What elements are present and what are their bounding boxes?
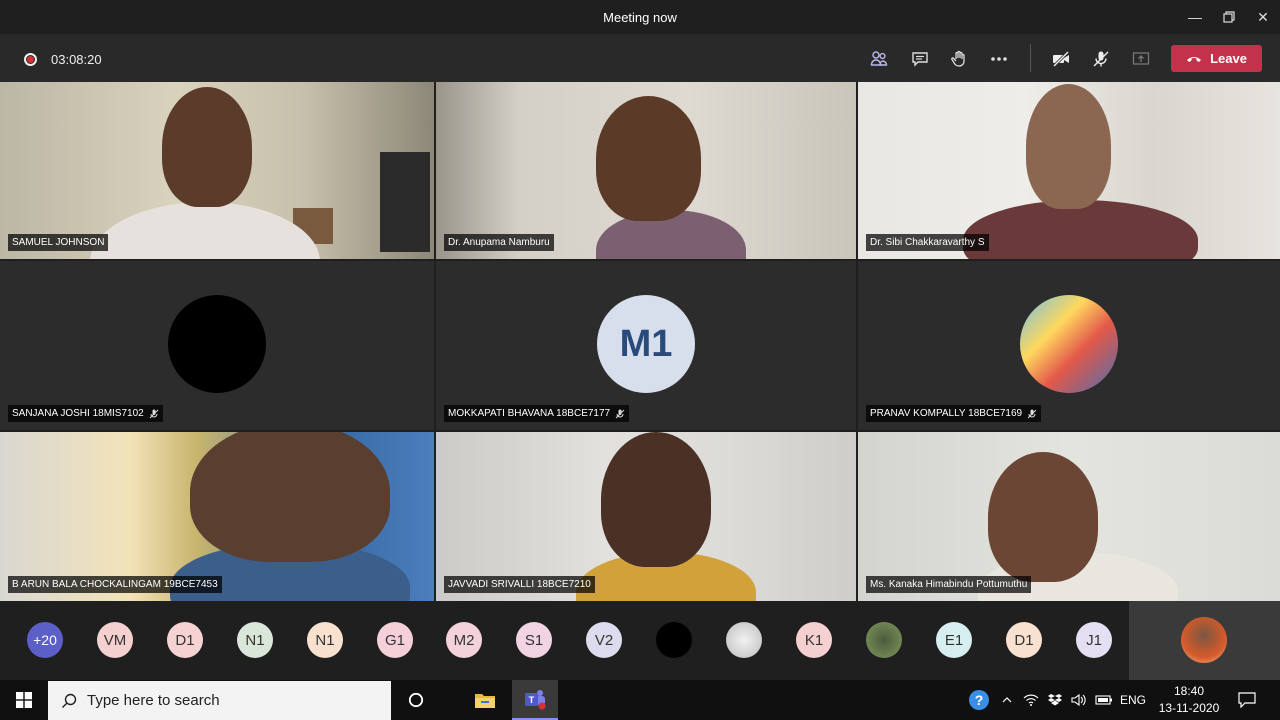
video-tile[interactable]: M1 MOKKAPATI BHAVANA 18BCE7177: [436, 261, 856, 430]
participant-chip[interactable]: [866, 622, 902, 658]
participant-figure: [1026, 84, 1111, 209]
dropbox-icon[interactable]: [1044, 680, 1066, 720]
video-tile[interactable]: Dr. Anupama Namburu: [436, 82, 856, 259]
participant-avatar-photo: [1020, 295, 1118, 393]
restore-icon[interactable]: [1212, 0, 1246, 34]
chevron-up-icon[interactable]: [997, 680, 1017, 720]
muted-mic-icon: [1027, 409, 1037, 418]
participant-chip[interactable]: D1: [1006, 622, 1042, 658]
participant-chip[interactable]: G1: [377, 622, 413, 658]
minimize-icon[interactable]: —: [1178, 0, 1212, 34]
battery-icon[interactable]: [1092, 680, 1116, 720]
mic-off-icon[interactable]: [1088, 46, 1114, 72]
participant-name-tag: MOKKAPATI BHAVANA 18BCE7177: [444, 405, 630, 422]
participant-strip: +20 VM D1 N1 N1 G1 M2 S1 V2 K1 E1 D1 J1: [0, 601, 1280, 680]
participant-name-tag: PRANAV KOMPALLY 18BCE7169: [866, 405, 1042, 422]
toolbar-divider: [1030, 44, 1031, 72]
video-background-detail: [380, 152, 430, 252]
participant-chip[interactable]: S1: [516, 622, 552, 658]
participant-chip[interactable]: E1: [936, 622, 972, 658]
task-view-icon[interactable]: [397, 680, 435, 720]
close-icon[interactable]: ✕: [1246, 0, 1280, 34]
participants-icon[interactable]: [866, 46, 892, 72]
clock-time: 18:40: [1173, 684, 1205, 698]
participant-chip[interactable]: V2: [586, 622, 622, 658]
video-tile[interactable]: Dr. Sibi Chakkaravarthy S: [858, 82, 1280, 259]
participant-chip[interactable]: N1: [307, 622, 343, 658]
participant-name-tag: JAVVADI SRIVALLI 18BCE7210: [444, 576, 595, 593]
video-tile[interactable]: SAMUEL JOHNSON: [0, 82, 434, 259]
windows-taskbar: Type here to search T ? ENG 18:40 13-11-…: [0, 680, 1280, 720]
muted-mic-icon: [615, 409, 625, 418]
video-grid: SAMUEL JOHNSON Dr. Anupama Namburu Dr. S…: [0, 82, 1280, 601]
search-placeholder: Type here to search: [87, 692, 220, 709]
share-screen-icon[interactable]: [1128, 46, 1154, 72]
video-tile[interactable]: B ARUN BALA CHOCKALINGAM 19BCE7453: [0, 432, 434, 601]
overflow-participants-chip[interactable]: +20: [27, 622, 63, 658]
wifi-icon[interactable]: [1020, 680, 1042, 720]
volume-icon[interactable]: [1068, 680, 1090, 720]
participant-avatar: [168, 295, 266, 393]
clock[interactable]: 18:40 13-11-2020: [1153, 680, 1225, 720]
video-tile[interactable]: JAVVADI SRIVALLI 18BCE7210: [436, 432, 856, 601]
participant-figure: [601, 432, 711, 567]
participant-chip[interactable]: M2: [446, 622, 482, 658]
video-tile[interactable]: SANJANA JOSHI 18MIS7102: [0, 261, 434, 430]
video-tile[interactable]: PRANAV KOMPALLY 18BCE7169: [858, 261, 1280, 430]
participant-name-tag: SAMUEL JOHNSON: [8, 234, 109, 251]
camera-off-icon[interactable]: [1048, 46, 1074, 72]
chat-icon[interactable]: [907, 46, 933, 72]
self-preview: [1129, 601, 1280, 680]
clock-date: 13-11-2020: [1158, 701, 1220, 715]
leave-label: Leave: [1210, 51, 1247, 66]
teams-app-icon[interactable]: T: [512, 680, 558, 720]
participant-figure: [988, 452, 1098, 582]
participant-avatar-initials: M1: [597, 295, 695, 393]
participant-chip[interactable]: N1: [237, 622, 273, 658]
taskbar-search-input[interactable]: Type here to search: [48, 681, 391, 720]
self-avatar: [1181, 617, 1227, 663]
file-explorer-icon[interactable]: [465, 680, 505, 720]
video-tile[interactable]: Ms. Kanaka Himabindu Pottumuthu: [858, 432, 1280, 601]
title-bar: Meeting now — ✕: [0, 0, 1280, 34]
participant-chip[interactable]: D1: [167, 622, 203, 658]
help-icon[interactable]: ?: [964, 680, 994, 720]
language-indicator[interactable]: ENG: [1118, 680, 1148, 720]
participant-name-tag: Dr. Anupama Namburu: [444, 234, 554, 251]
participant-name-tag: B ARUN BALA CHOCKALINGAM 19BCE7453: [8, 576, 222, 593]
participant-chip[interactable]: VM: [97, 622, 133, 658]
recording-icon: [24, 53, 37, 66]
participant-name-tag: Ms. Kanaka Himabindu Pottumuthu: [866, 576, 1032, 593]
windows-start-icon[interactable]: [0, 680, 48, 720]
participant-figure: [596, 96, 701, 221]
window-title: Meeting now: [603, 10, 677, 25]
leave-button[interactable]: Leave: [1171, 45, 1262, 72]
notifications-icon[interactable]: [1232, 680, 1262, 720]
more-options-icon[interactable]: [986, 46, 1012, 72]
muted-mic-icon: [149, 409, 159, 418]
participant-name-tag: Dr. Sibi Chakkaravarthy S: [866, 234, 989, 251]
raise-hand-icon[interactable]: [946, 46, 972, 72]
participant-chip[interactable]: K1: [796, 622, 832, 658]
svg-text:?: ?: [975, 692, 984, 708]
meeting-toolbar: 03:08:20 Leave: [0, 34, 1280, 82]
search-icon: [62, 693, 77, 708]
participant-figure: [162, 87, 252, 207]
meeting-timer: 03:08:20: [51, 52, 102, 67]
hang-up-icon: [1187, 56, 1202, 62]
participant-figure: [190, 432, 390, 562]
participant-chip[interactable]: [726, 622, 762, 658]
svg-text:T: T: [529, 695, 535, 705]
participant-chip[interactable]: [656, 622, 692, 658]
participant-chip[interactable]: J1: [1076, 622, 1112, 658]
participant-name-tag: SANJANA JOSHI 18MIS7102: [8, 405, 163, 422]
